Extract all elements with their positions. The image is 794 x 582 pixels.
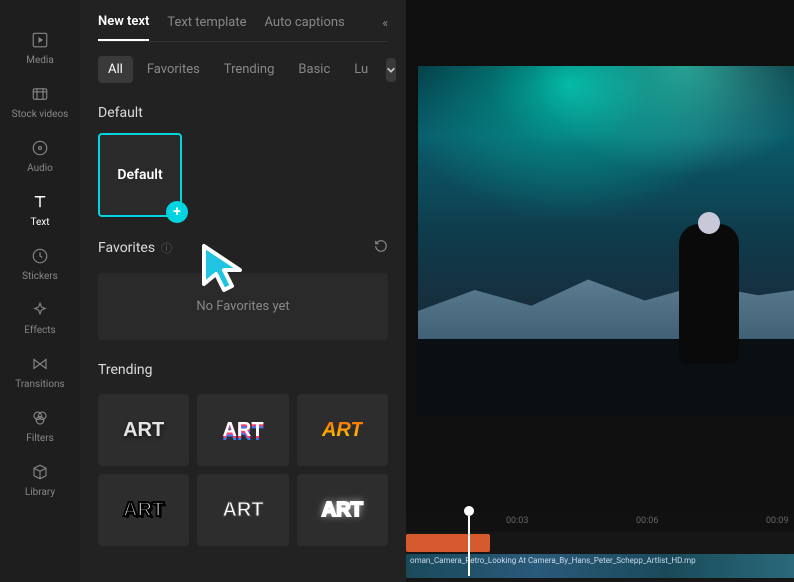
filter-trending[interactable]: Trending	[214, 56, 285, 83]
tab-auto-captions[interactable]: Auto captions	[265, 15, 345, 40]
trending-card[interactable]: ART	[197, 474, 288, 546]
disc-icon	[30, 138, 50, 158]
cube-icon	[30, 462, 50, 482]
sidebar-item-effects[interactable]: Effects	[24, 300, 55, 336]
art-preview: ART	[322, 419, 363, 442]
chevron-down-icon	[386, 65, 396, 75]
info-icon: ⓘ	[161, 240, 172, 256]
sidebar-item-label: Media	[26, 55, 54, 66]
sidebar-item-label: Filters	[26, 433, 54, 444]
art-preview: ART	[322, 499, 363, 522]
text-panel: New text Text template Auto captions « A…	[80, 0, 406, 582]
playhead[interactable]	[464, 506, 474, 576]
timeline[interactable]: 00:03 00:06 00:09 oman_Camera_Retro_Look…	[406, 512, 794, 582]
art-preview: ART	[123, 499, 164, 522]
default-card-label: Default	[117, 167, 162, 183]
section-favorites-title: Favorites ⓘ	[98, 239, 388, 257]
filter-favorites[interactable]: Favorites	[137, 56, 210, 83]
panel-tabs: New text Text template Auto captions «	[98, 0, 388, 42]
sidebar-item-label: Library	[25, 487, 55, 498]
sidebar-item-label: Audio	[27, 163, 53, 174]
playhead-knob	[464, 506, 474, 516]
film-icon	[30, 84, 50, 104]
sidebar-item-stock-videos[interactable]: Stock videos	[12, 84, 69, 120]
filter-row: All Favorites Trending Basic Lu	[98, 56, 388, 83]
sidebar: Media Stock videos Audio Text Stickers E…	[0, 0, 80, 582]
trending-card[interactable]: ART	[297, 394, 388, 466]
audio-clip[interactable]	[406, 534, 490, 552]
preview-area: 00:03 00:06 00:09 oman_Camera_Retro_Look…	[406, 0, 794, 582]
sidebar-item-label: Text	[30, 217, 49, 228]
art-preview: ART	[222, 499, 263, 522]
trending-card[interactable]: ART	[98, 394, 189, 466]
filter-basic[interactable]: Basic	[288, 56, 340, 83]
sidebar-item-label: Transitions	[15, 379, 64, 390]
preview-aurora	[418, 66, 794, 259]
transitions-icon	[30, 354, 50, 374]
sidebar-item-transitions[interactable]: Transitions	[15, 354, 64, 390]
text-icon	[30, 192, 50, 212]
sidebar-item-stickers[interactable]: Stickers	[22, 246, 58, 282]
video-preview[interactable]	[418, 66, 794, 416]
trending-grid: ART ART ART ART ART ART	[98, 394, 388, 546]
clock-icon	[30, 246, 50, 266]
trending-card[interactable]: ART	[197, 394, 288, 466]
section-trending-title: Trending	[98, 362, 388, 378]
default-text-card[interactable]: Default +	[98, 133, 182, 217]
timeline-ruler[interactable]: 00:03 00:06 00:09	[406, 512, 794, 532]
sidebar-item-library[interactable]: Library	[25, 462, 55, 498]
favorites-empty: No Favorites yet	[98, 273, 388, 340]
section-default-title: Default	[98, 105, 388, 121]
sidebar-item-label: Stock videos	[12, 109, 69, 120]
sidebar-item-text[interactable]: Text	[30, 192, 50, 228]
ruler-tick: 00:06	[636, 516, 658, 526]
tab-text-template[interactable]: Text template	[167, 15, 246, 40]
playhead-line	[468, 516, 470, 576]
trending-card[interactable]: ART	[98, 474, 189, 546]
trending-card[interactable]: ART	[297, 474, 388, 546]
preview-person	[679, 224, 739, 364]
ruler-tick: 00:03	[506, 516, 528, 526]
filter-all[interactable]: All	[98, 56, 133, 83]
art-preview: ART	[222, 419, 263, 442]
refresh-icon[interactable]	[374, 239, 388, 257]
add-icon[interactable]: +	[166, 201, 188, 223]
sparkle-icon	[30, 300, 50, 320]
favorites-label: Favorites	[98, 240, 155, 256]
ruler-tick: 00:09	[766, 516, 788, 526]
sidebar-item-filters[interactable]: Filters	[26, 408, 54, 444]
tab-new-text[interactable]: New text	[98, 14, 149, 41]
sidebar-item-label: Stickers	[22, 271, 58, 282]
filter-dropdown[interactable]	[386, 58, 396, 82]
sidebar-item-media[interactable]: Media	[26, 30, 54, 66]
filters-icon	[30, 408, 50, 428]
play-square-icon	[30, 30, 50, 50]
sidebar-item-audio[interactable]: Audio	[27, 138, 53, 174]
tabs-more-icon[interactable]: «	[382, 16, 388, 40]
filter-lu[interactable]: Lu	[344, 56, 378, 83]
art-preview: ART	[123, 419, 164, 442]
sidebar-item-label: Effects	[24, 325, 55, 336]
